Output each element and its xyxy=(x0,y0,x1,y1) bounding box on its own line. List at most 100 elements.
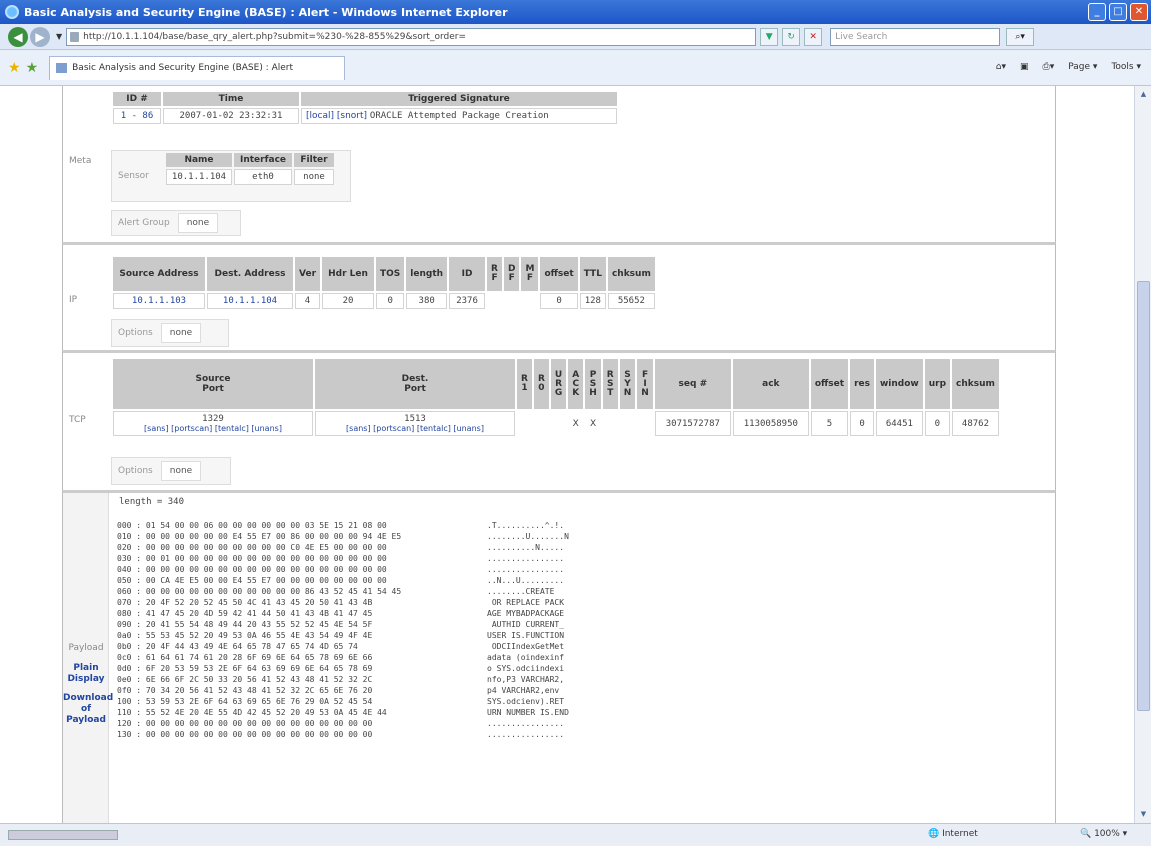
add-favorites-icon[interactable]: ★ xyxy=(26,60,39,76)
flag-rst xyxy=(602,411,618,436)
sig-snort-link[interactable]: [snort] xyxy=(337,111,367,121)
col-dest-port: Dest. Port xyxy=(315,359,515,409)
address-bar: ◀ ▶ ▼ http://10.1.1.104/base/base_qry_al… xyxy=(0,24,1151,50)
ip-label: IP xyxy=(69,295,78,305)
vertical-scrollbar[interactable]: ▲ ▼ xyxy=(1134,86,1151,823)
scroll-thumb[interactable] xyxy=(1137,281,1150,711)
dst-port-links[interactable]: [sans] [portscan] [tentalc] [unans] xyxy=(320,424,510,433)
ascii-line: ........U.......N xyxy=(487,532,569,541)
hex-line: 090 : 20 41 55 54 48 49 44 20 43 55 52 5… xyxy=(117,620,373,629)
url-dropdown-button[interactable]: ▼ xyxy=(760,27,779,46)
hex-line: 0c0 : 61 64 61 74 61 20 28 6F 69 6E 64 6… xyxy=(117,653,373,662)
title-bar: Basic Analysis and Security Engine (BASE… xyxy=(0,0,1151,24)
scroll-up-icon[interactable]: ▲ xyxy=(1137,88,1150,101)
page-menu[interactable]: Page ▾ xyxy=(1068,62,1097,72)
col-flag-r1: R 1 xyxy=(517,359,532,409)
tcp-section: TCP Source Port Dest. Port R 1 R 0 U R G… xyxy=(62,350,1056,490)
ascii-line: ..........N..... xyxy=(487,543,565,552)
favorites-star-icon[interactable]: ★ xyxy=(8,60,21,76)
ip-df xyxy=(503,293,520,309)
close-button[interactable]: ✕ xyxy=(1130,3,1148,21)
col-offset: offset xyxy=(540,257,578,291)
ascii-line: AGE MYBADPACKAGE xyxy=(487,609,565,618)
ip-tos: 0 xyxy=(376,293,405,309)
download-payload-link[interactable]: Download of Payload xyxy=(63,693,113,726)
ascii-line: ........CREATE xyxy=(487,587,555,596)
plain-display-link[interactable]: Plain Display xyxy=(63,663,109,685)
ip-length: 380 xyxy=(406,293,448,309)
col-flag-r0: R 0 xyxy=(533,359,549,409)
meta-section: Meta ID # Time Triggered Signature 1 - 8… xyxy=(62,86,1056,242)
col-ttl: TTL xyxy=(579,257,606,291)
src-port: 1329 xyxy=(202,414,224,424)
ip-hdr-len: 20 xyxy=(322,293,375,309)
command-bar: ⌂▾ ▣ ⎙▾ Page ▾ Tools ▾ xyxy=(996,62,1141,72)
alert-group-box: Alert Group none xyxy=(111,210,241,236)
ascii-line: SYS.odcienv).RET xyxy=(487,697,565,706)
payload-length: length = 340 xyxy=(119,497,185,507)
flag-r1 xyxy=(517,411,532,436)
src-port-cell: 1329 [sans] [portscan] [tentalc] [unans] xyxy=(113,411,313,436)
home-icon[interactable]: ⌂▾ xyxy=(996,62,1006,72)
alert-id-link[interactable]: 1 - 86 xyxy=(113,108,161,124)
col-ver: Ver xyxy=(295,257,321,291)
tools-menu[interactable]: Tools ▾ xyxy=(1111,62,1141,72)
sig-local-link[interactable]: [local] xyxy=(306,111,334,121)
minimize-button[interactable]: _ xyxy=(1088,3,1106,21)
ip-ver: 4 xyxy=(295,293,321,309)
window-title: Basic Analysis and Security Engine (BASE… xyxy=(24,5,508,19)
scroll-down-icon[interactable]: ▼ xyxy=(1137,808,1150,821)
flag-r0 xyxy=(533,411,549,436)
print-icon[interactable]: ⎙▾ xyxy=(1043,62,1055,72)
tcp-window: 64451 xyxy=(875,411,923,436)
col-flag-psh: P S H xyxy=(585,359,601,409)
ascii-line: ODCIIndexGetMet xyxy=(487,642,565,651)
back-button[interactable]: ◀ xyxy=(8,26,28,47)
ip-options-box: Options none xyxy=(111,319,229,347)
payload-sidebar: Payload Plain Display Download of Payloa… xyxy=(63,493,113,823)
maximize-button[interactable]: □ xyxy=(1109,3,1127,21)
forward-button[interactable]: ▶ xyxy=(30,26,50,47)
ip-source-address[interactable]: 10.1.1.103 xyxy=(113,293,205,309)
hex-line: 100 : 53 59 53 2E 6F 64 63 69 65 6E 76 2… xyxy=(117,697,373,706)
src-port-links[interactable]: [sans] [portscan] [tentalc] [unans] xyxy=(118,424,308,433)
tcp-options-value: none xyxy=(160,461,202,481)
search-input[interactable]: Live Search xyxy=(830,27,1001,46)
ascii-line: URN NUMBER IS.END xyxy=(487,708,569,717)
progress-indicator xyxy=(8,830,118,840)
ascii-line: o SYS.odciindexi xyxy=(487,664,565,673)
search-go-button[interactable]: ⌕▾ xyxy=(1006,27,1035,46)
hex-line: 0f0 : 70 34 20 56 41 52 43 48 41 52 32 2… xyxy=(117,686,373,695)
stop-button[interactable]: ✕ xyxy=(804,27,823,46)
ascii-line: ..N...U......... xyxy=(487,576,565,585)
ie-logo-icon xyxy=(5,5,19,19)
meta-table: ID # Time Triggered Signature 1 - 86 200… xyxy=(111,90,619,126)
security-zone: 🌐 Internet xyxy=(928,829,978,839)
col-seq: seq # xyxy=(654,359,731,409)
col-tos: TOS xyxy=(376,257,405,291)
col-tcp-chksum: chksum xyxy=(952,359,999,409)
ip-ttl: 128 xyxy=(579,293,606,309)
ip-options-label: Options xyxy=(118,328,153,338)
tcp-seq: 3071572787 xyxy=(654,411,731,436)
col-flag-rst: R S T xyxy=(602,359,618,409)
alert-group-value: none xyxy=(177,213,219,233)
tab-alert[interactable]: Basic Analysis and Security Engine (BASE… xyxy=(49,55,346,80)
refresh-button[interactable]: ↻ xyxy=(782,27,801,46)
col-window: window xyxy=(875,359,923,409)
flag-psh: X xyxy=(585,411,601,436)
feeds-icon[interactable]: ▣ xyxy=(1020,62,1029,72)
tcp-offset: 5 xyxy=(810,411,849,436)
ip-dest-address[interactable]: 10.1.1.104 xyxy=(207,293,293,309)
ascii-line: USER IS.FUNCTION xyxy=(487,631,565,640)
zoom-level[interactable]: 🔍 100% ▾ xyxy=(1080,829,1127,839)
col-df: D F xyxy=(503,257,520,291)
col-mf: M F xyxy=(521,257,539,291)
tcp-ack: 1130058950 xyxy=(732,411,809,436)
col-time: Time xyxy=(163,92,299,106)
sensor-filter: none xyxy=(294,169,334,185)
url-field[interactable]: http://10.1.1.104/base/base_qry_alert.ph… xyxy=(66,27,757,46)
history-dropdown-icon[interactable]: ▼ xyxy=(56,32,62,41)
payload-section: Payload Plain Display Download of Payloa… xyxy=(62,490,1056,823)
flag-fin xyxy=(637,411,653,436)
